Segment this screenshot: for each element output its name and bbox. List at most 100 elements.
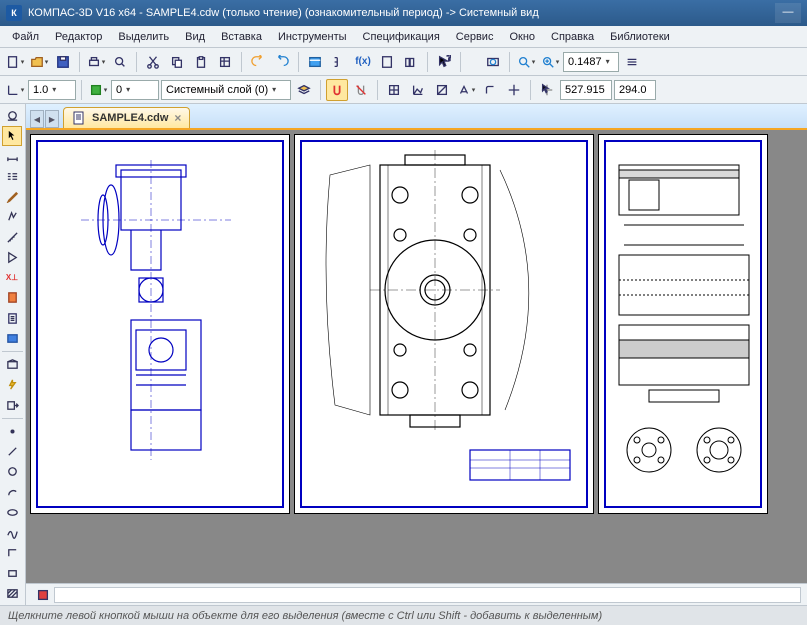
workspace: ◀ ▶ SAMPLE4.cdw × [26, 104, 807, 605]
coord-x-field[interactable]: 527.915 [560, 80, 612, 100]
grid-button[interactable] [383, 79, 405, 101]
paste-button[interactable] [190, 51, 212, 73]
window-title: КОМПАС-3D V16 x64 - SAMPLE4.cdw (только … [28, 7, 773, 19]
circle-icon[interactable] [2, 462, 22, 481]
app-icon: К [6, 5, 22, 21]
dimensions-icon[interactable] [2, 147, 22, 166]
zoom-dyn-button[interactable] [539, 51, 561, 73]
minimize-button[interactable]: — [775, 3, 801, 23]
ortho-button[interactable] [4, 79, 26, 101]
command-bar [26, 583, 807, 605]
coord-cursor-button[interactable] [536, 79, 558, 101]
preview-button[interactable] [109, 51, 131, 73]
edit-icon[interactable] [2, 187, 22, 206]
snap-global-button[interactable] [326, 79, 348, 101]
library-button[interactable] [400, 51, 422, 73]
geometry-icon[interactable] [2, 106, 22, 125]
props-button[interactable] [214, 51, 236, 73]
redo-button[interactable] [271, 51, 293, 73]
command-input[interactable] [54, 587, 801, 603]
tab-close-button[interactable]: × [174, 111, 181, 125]
doc-icon [72, 111, 86, 125]
designation-icon[interactable] [2, 167, 22, 186]
zoom-fit-button[interactable] [482, 51, 504, 73]
drawing-sheet-3 [598, 134, 768, 514]
snap-toggle-button[interactable] [350, 79, 372, 101]
coord-y-field[interactable]: 294.0 [614, 80, 656, 100]
undo-button[interactable] [247, 51, 269, 73]
bolt-icon[interactable] [2, 375, 22, 394]
select-ops-icon[interactable] [2, 248, 22, 267]
drawing-sheet-1 [30, 134, 290, 514]
hatch-icon[interactable] [2, 584, 22, 603]
canvas[interactable] [26, 130, 807, 583]
cut-button[interactable] [142, 51, 164, 73]
layers-button[interactable] [293, 79, 315, 101]
ellipse-icon[interactable] [2, 503, 22, 522]
tab-next-button[interactable]: ▶ [45, 110, 59, 128]
select-cursor-icon[interactable] [2, 126, 22, 145]
rect-icon[interactable] [2, 543, 22, 562]
xt-icon[interactable]: X⊥ [2, 268, 22, 287]
polygon-icon[interactable] [2, 563, 22, 582]
stop-icon[interactable] [32, 584, 54, 606]
help-cursor-button[interactable]: ? [433, 51, 455, 73]
open-button[interactable] [28, 51, 50, 73]
copy-button[interactable] [166, 51, 188, 73]
menu-libraries[interactable]: Библиотеки [602, 29, 678, 45]
print-button[interactable] [85, 51, 107, 73]
assoc-button[interactable] [431, 79, 453, 101]
tree-button[interactable] [328, 51, 350, 73]
exit-icon[interactable] [2, 395, 22, 414]
menu-insert[interactable]: Вставка [213, 29, 270, 45]
reports-icon[interactable] [2, 309, 22, 328]
views-icon[interactable] [2, 355, 22, 374]
menu-spec[interactable]: Спецификация [355, 29, 448, 45]
origin-button[interactable] [407, 79, 429, 101]
document-tab[interactable]: SAMPLE4.cdw × [63, 107, 190, 128]
menu-editor[interactable]: Редактор [47, 29, 110, 45]
zoom-window-button[interactable] [515, 51, 537, 73]
menu-service[interactable]: Сервис [448, 29, 502, 45]
menu-view[interactable]: Вид [177, 29, 213, 45]
layer-field[interactable]: Системный слой (0) [161, 80, 291, 100]
sheet-button[interactable] [376, 51, 398, 73]
manager-button[interactable] [304, 51, 326, 73]
num-field[interactable]: 0 [111, 80, 159, 100]
step-field[interactable]: 1.0 [28, 80, 76, 100]
point-icon[interactable] [2, 422, 22, 441]
axis-button[interactable] [503, 79, 525, 101]
spec-icon[interactable] [2, 288, 22, 307]
zoom-list-button[interactable] [621, 51, 643, 73]
statusbar: Щелкните левой кнопкой мыши на объекте д… [0, 605, 807, 625]
menu-window[interactable]: Окно [501, 29, 543, 45]
tab-nav: ◀ ▶ [30, 110, 59, 128]
drawing-sheet-2 [294, 134, 594, 514]
tab-prev-button[interactable]: ◀ [30, 110, 44, 128]
state-button[interactable] [87, 79, 109, 101]
new-button[interactable] [4, 51, 26, 73]
round-button[interactable] [479, 79, 501, 101]
param-button[interactable] [455, 79, 477, 101]
measure-icon[interactable] [2, 228, 22, 247]
save-button[interactable] [52, 51, 74, 73]
tab-filename: SAMPLE4.cdw [92, 112, 168, 124]
menu-select[interactable]: Выделить [110, 29, 177, 45]
spline-icon[interactable] [2, 523, 22, 542]
status-hint: Щелкните левой кнопкой мыши на объекте д… [8, 610, 602, 622]
menu-file[interactable]: Файл [4, 29, 47, 45]
params-icon[interactable] [2, 207, 22, 226]
arc-icon[interactable] [2, 482, 22, 501]
vars-button[interactable]: f(x) [352, 51, 374, 73]
toolbar-current-state: 1.0 0 Системный слой (0) 527.915 294.0 [0, 76, 807, 104]
menu-help[interactable]: Справка [543, 29, 602, 45]
menu-tools[interactable]: Инструменты [270, 29, 355, 45]
insert-icon[interactable] [2, 329, 22, 348]
tool-palette: X⊥ [0, 104, 26, 605]
toolbar-standard: f(x) ? 0.1487 [0, 48, 807, 76]
menubar: Файл Редактор Выделить Вид Вставка Инстр… [0, 26, 807, 48]
zoom-value-field[interactable]: 0.1487 [563, 52, 619, 72]
svg-text:?: ? [447, 55, 451, 63]
line-icon[interactable] [2, 442, 22, 461]
document-tabstrip: ◀ ▶ SAMPLE4.cdw × [26, 104, 807, 130]
